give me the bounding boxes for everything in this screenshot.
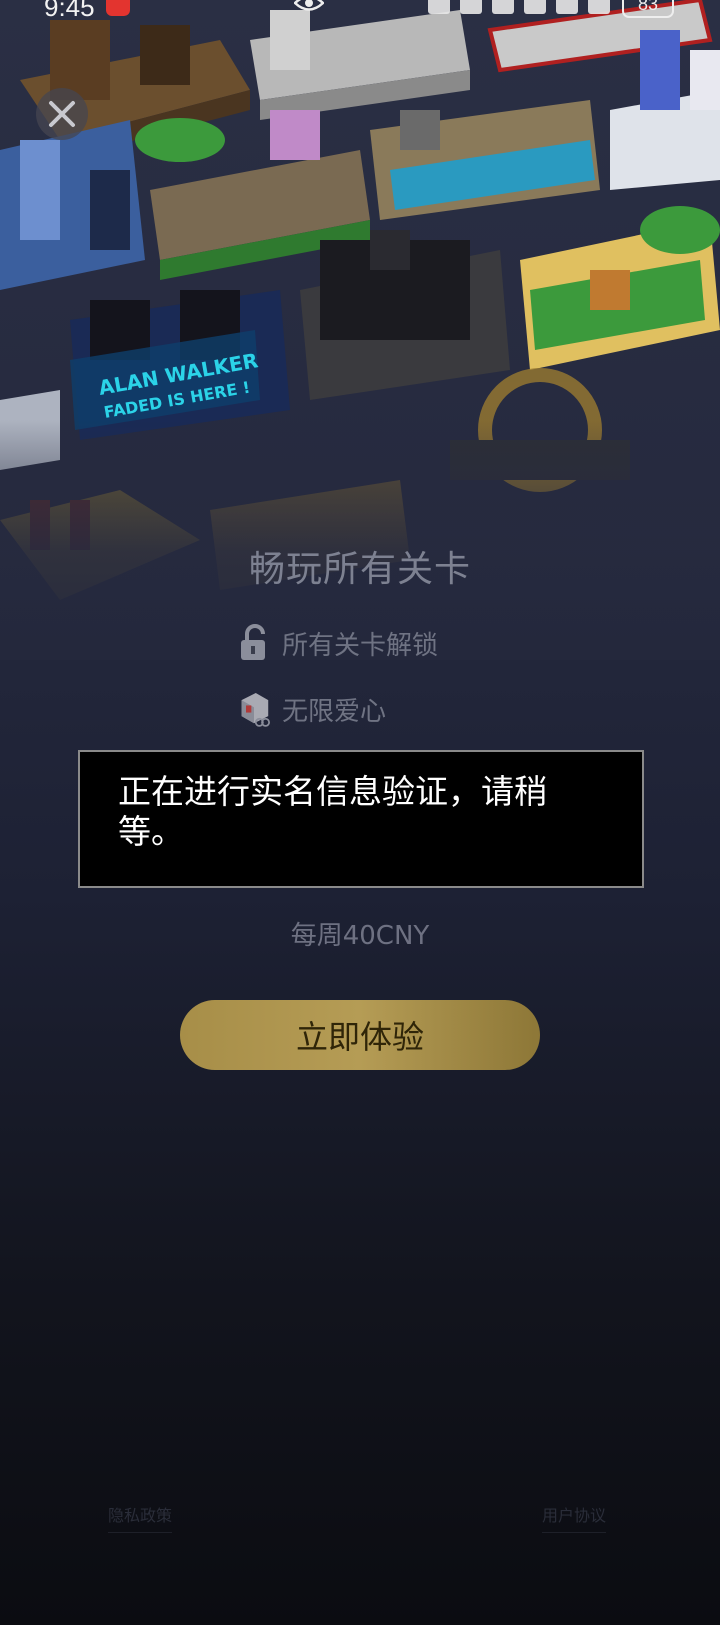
try-now-button[interactable]: 立即体验 <box>180 1000 540 1070</box>
signal-icon <box>556 0 578 14</box>
status-time: 9:45 <box>44 0 95 22</box>
feature-label: 所有关卡解锁 <box>282 630 439 661</box>
status-icons <box>428 0 610 14</box>
bluetooth-icon <box>460 0 482 14</box>
mute-icon <box>492 0 514 14</box>
level-tile-snow <box>250 10 470 120</box>
close-icon <box>49 101 75 127</box>
wifi-icon <box>524 0 546 14</box>
feature-unlock-levels: 所有关卡解锁 <box>238 620 438 666</box>
padlock-icon <box>241 624 265 660</box>
app-notification-icon <box>106 0 130 16</box>
battery-icon: 83 <box>622 0 674 18</box>
price-label: 每周40CNY <box>290 921 430 951</box>
heart-cube-icon <box>241 693 270 727</box>
toast-message: 正在进行实名信息验证，请稍等。 <box>118 772 547 851</box>
level-tile-river <box>370 100 600 220</box>
level-tile-alan-walker: ALAN WALKER FADED IS HERE ! <box>70 290 290 440</box>
verification-toast: 正在进行实名信息验证，请稍等。 <box>78 750 644 888</box>
signal-icon-2 <box>588 0 610 14</box>
status-bar: 9:45 83 <box>0 0 720 26</box>
level-tile-village <box>520 206 720 370</box>
user-agreement-link[interactable]: 用户协议 <box>542 1502 607 1533</box>
eye-icon <box>294 0 324 11</box>
promo-title: 畅玩所有关卡 <box>248 549 471 590</box>
close-button[interactable] <box>36 88 88 140</box>
feature-label: 无限爱心 <box>282 696 387 727</box>
feature-unlimited-hearts: 无限爱心 <box>238 686 386 732</box>
privacy-policy-link[interactable]: 隐私政策 <box>108 1502 173 1533</box>
nfc-icon <box>428 0 450 14</box>
level-tile-dark-tower <box>300 230 510 400</box>
level-tile-castle <box>610 30 720 190</box>
level-tile-city <box>0 120 145 290</box>
